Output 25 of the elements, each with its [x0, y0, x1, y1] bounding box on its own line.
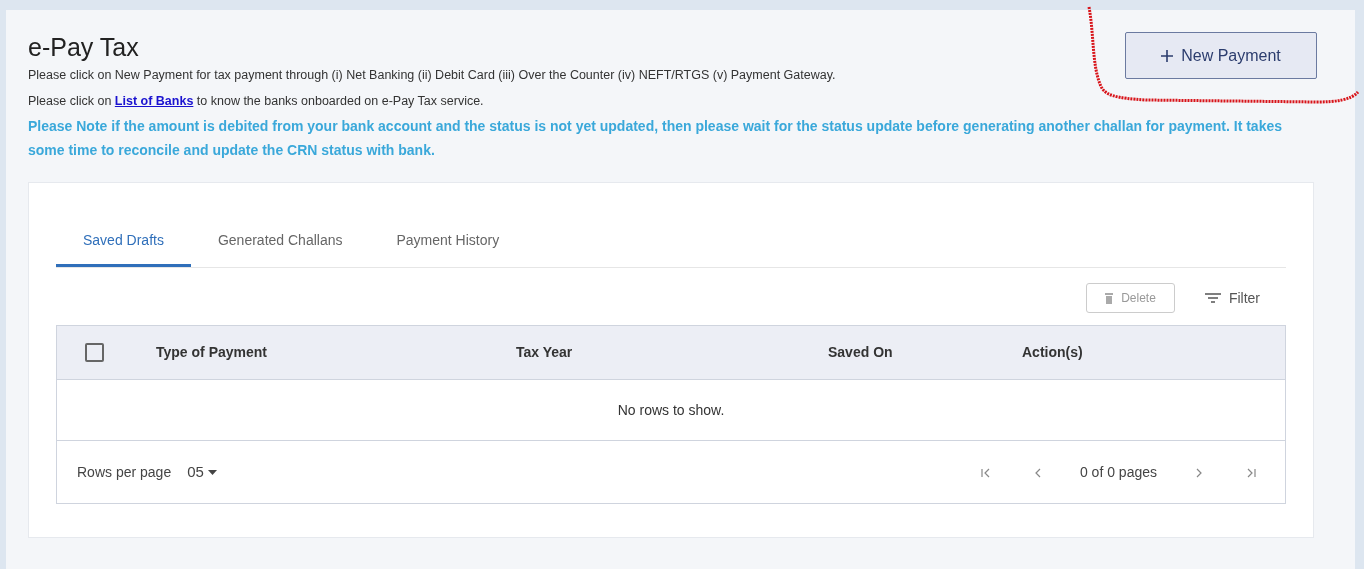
empty-message: No rows to show.	[617, 400, 725, 420]
rows-per-page-select[interactable]: 05	[179, 456, 225, 488]
intro-text: Please click on New Payment for tax payment through (i) Net Banking (ii) Debit Card (iii) Over the Counter (iv) NEFT/RTGS (v) Payment Gateway.	[28, 67, 836, 84]
column-header: Tax Year	[516, 343, 574, 362]
plus-icon	[1161, 49, 1174, 62]
filter-button[interactable]: Filter	[1198, 286, 1266, 310]
page-title: e-Pay Tax	[28, 32, 140, 62]
first-page-icon	[979, 466, 992, 479]
filter-icon	[1204, 293, 1221, 303]
page-info: 0 of 0 pages	[1079, 462, 1157, 482]
caret-icon	[207, 469, 217, 475]
select-all-checkbox[interactable]	[85, 343, 104, 362]
trash-icon	[1105, 292, 1114, 304]
column-header: Saved On	[828, 343, 894, 362]
list-of-banks-link[interactable]: List of Banks	[114, 94, 194, 108]
tab[interactable]: Saved Drafts	[56, 217, 191, 267]
note-text: Please Note if the amount is debited from your bank account and the status is not yet updated, then please wait for the status update before generating another challan for payment. It takes some time to reconcile and update the CRN status with bank.	[28, 117, 1283, 160]
tab[interactable]: Generated Challans	[190, 217, 370, 267]
column-header: Action(s)	[1022, 343, 1083, 362]
last-page-icon	[1245, 466, 1257, 479]
new-payment-button[interactable]: New Payment	[1125, 32, 1317, 79]
intro-text: Please click on List of Banks to know the banks onboarded on e-Pay Tax service.	[28, 93, 485, 110]
tab[interactable]: Payment History	[369, 217, 527, 267]
rows-per-page-label: Rows per page	[77, 462, 172, 482]
column-header: Type of Payment	[156, 343, 268, 362]
